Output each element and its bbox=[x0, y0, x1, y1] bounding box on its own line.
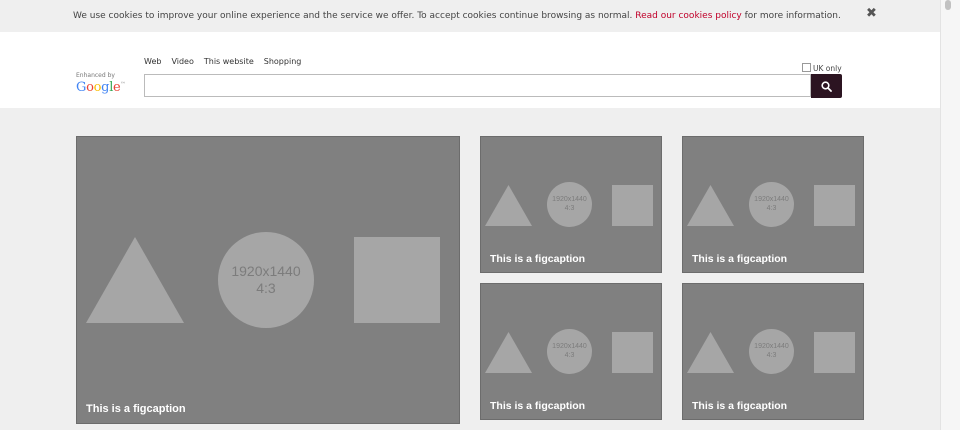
cookie-banner: We use cookies to improve your online ex… bbox=[0, 0, 940, 32]
google-logo-letter: g bbox=[101, 80, 110, 95]
placeholder-aspect-ratio: 4:3 bbox=[766, 204, 777, 212]
placeholder-dimensions: 1920x1440 bbox=[552, 196, 587, 204]
google-logo-letter: o bbox=[86, 80, 94, 95]
square-placeholder bbox=[612, 332, 653, 373]
triangle-placeholder bbox=[86, 237, 184, 323]
square-placeholder bbox=[612, 185, 653, 226]
figcaption: This is a figcaption bbox=[692, 400, 788, 412]
figcaption: This is a figcaption bbox=[692, 253, 788, 265]
cookie-text-after: for more information. bbox=[744, 11, 841, 21]
placeholder-dimensions: 1920x1440 bbox=[754, 343, 789, 351]
dimension-placeholder: 1920x1440 4:3 bbox=[749, 182, 794, 227]
placeholder-aspect-ratio: 4:3 bbox=[766, 351, 777, 359]
search-icon bbox=[821, 81, 832, 92]
figure-card[interactable]: 1920x1440 4:3 This is a figcaption bbox=[682, 136, 864, 273]
search-button[interactable] bbox=[811, 74, 842, 98]
placeholder-dimensions: 1920x1440 bbox=[231, 263, 301, 280]
uk-only-label: UK only bbox=[813, 64, 842, 73]
placeholder-aspect-ratio: 4:3 bbox=[564, 204, 575, 212]
figcaption: This is a figcaption bbox=[490, 253, 586, 265]
search-tab-video[interactable]: Video bbox=[171, 57, 193, 66]
square-placeholder bbox=[354, 237, 440, 323]
placeholder-aspect-ratio: 4:3 bbox=[564, 351, 575, 359]
cookie-text-before: We use cookies to improve your online ex… bbox=[73, 11, 633, 21]
uk-only-option[interactable]: UK only bbox=[802, 63, 842, 73]
search-tab-web[interactable]: Web bbox=[144, 57, 161, 66]
search-tabs: Web Video This website Shopping bbox=[144, 57, 311, 66]
triangle-placeholder bbox=[687, 332, 734, 373]
google-logo-letter: G bbox=[76, 80, 87, 95]
dimension-placeholder: 1920x1440 4:3 bbox=[218, 232, 314, 328]
vertical-scrollbar[interactable] bbox=[940, 0, 960, 430]
dimension-placeholder: 1920x1440 4:3 bbox=[547, 329, 592, 374]
scrollbar-thumb[interactable] bbox=[945, 0, 951, 10]
square-placeholder bbox=[814, 332, 855, 373]
placeholder-dimensions: 1920x1440 bbox=[552, 343, 587, 351]
placeholder-aspect-ratio: 4:3 bbox=[256, 280, 276, 296]
figure-card[interactable]: 1920x1440 4:3 This is a figcaption bbox=[480, 283, 662, 420]
figure-card[interactable]: 1920x1440 4:3 This is a figcaption bbox=[682, 283, 864, 420]
figcaption: This is a figcaption bbox=[490, 400, 586, 412]
google-branding: Enhanced by Google™ bbox=[76, 72, 125, 95]
search-input[interactable] bbox=[144, 74, 811, 97]
search-header: Enhanced by Google™ Web Video This website… bbox=[0, 32, 940, 108]
figure-card[interactable]: 1920x1440 4:3 This is a figcaption bbox=[480, 136, 662, 273]
cookies-policy-link[interactable]: Read our cookies policy bbox=[635, 11, 742, 21]
cookie-message: We use cookies to improve your online ex… bbox=[73, 11, 841, 21]
search-tab-shopping[interactable]: Shopping bbox=[264, 57, 302, 66]
google-logo: Google™ bbox=[76, 80, 125, 95]
placeholder-dimensions: 1920x1440 bbox=[754, 196, 789, 204]
dimension-placeholder: 1920x1440 4:3 bbox=[749, 329, 794, 374]
triangle-placeholder bbox=[485, 185, 532, 226]
triangle-placeholder bbox=[687, 185, 734, 226]
triangle-placeholder bbox=[485, 332, 532, 373]
figcaption: This is a figcaption bbox=[86, 403, 186, 415]
enhanced-by-label: Enhanced by bbox=[76, 72, 115, 79]
close-icon[interactable]: ✖ bbox=[866, 6, 877, 21]
search-tab-this-website[interactable]: This website bbox=[204, 57, 254, 66]
figure-card[interactable]: 1920x1440 4:3 This is a figcaption bbox=[76, 136, 460, 424]
uk-only-checkbox[interactable] bbox=[802, 63, 811, 72]
dimension-placeholder: 1920x1440 4:3 bbox=[547, 182, 592, 227]
square-placeholder bbox=[814, 185, 855, 226]
trademark-mark: ™ bbox=[120, 81, 126, 88]
